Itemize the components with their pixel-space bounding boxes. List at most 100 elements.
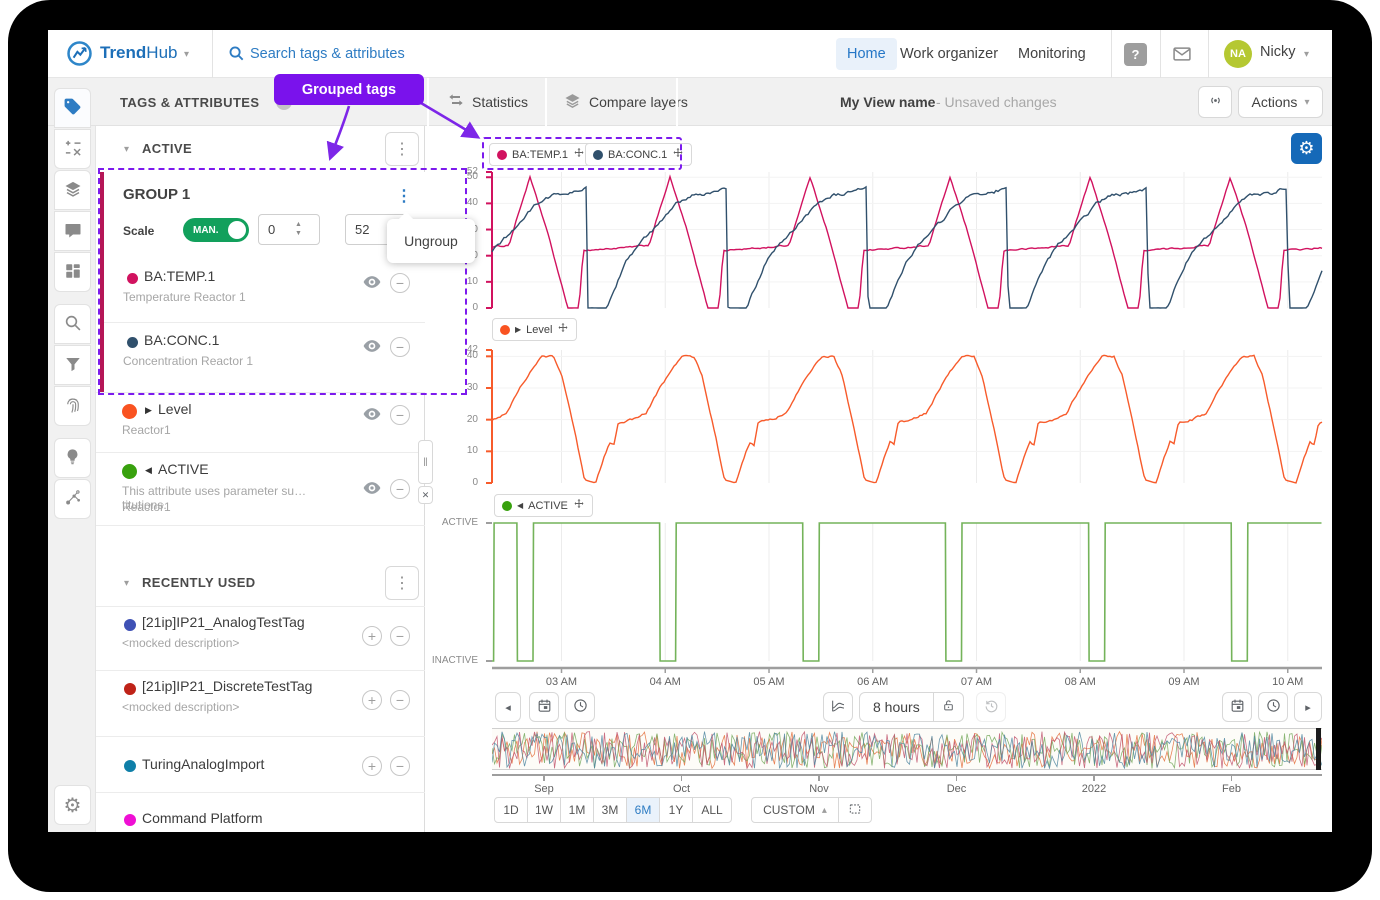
remove-tag-icon[interactable]: − — [390, 626, 410, 646]
zoom-3m-button[interactable]: 3M — [593, 797, 627, 823]
tag-name[interactable]: Level — [158, 401, 191, 417]
user-chevron-down-icon[interactable]: ▾ — [1304, 49, 1309, 60]
end-date-button[interactable] — [1222, 692, 1252, 722]
step-chart[interactable] — [484, 517, 1322, 675]
zoom-1y-button[interactable]: 1Y — [659, 797, 693, 823]
divider — [545, 78, 547, 126]
ungroup-menu-item[interactable]: Ungroup — [404, 233, 458, 249]
live-icon — [1207, 92, 1224, 112]
chart-settings-button[interactable]: ⚙ — [1291, 133, 1322, 164]
overview-axis-tick — [1231, 774, 1233, 781]
node-graph-icon — [64, 489, 82, 510]
rail-layers-button[interactable] — [54, 170, 91, 210]
rail-recommendations-button[interactable] — [54, 438, 91, 478]
visibility-eye-icon[interactable] — [362, 404, 382, 427]
trend-lines-icon — [830, 698, 846, 717]
zoom-6m-button-active[interactable]: 6M — [626, 797, 660, 823]
zoom-1d-button[interactable]: 1D — [494, 797, 528, 823]
help-icon[interactable]: ? — [1124, 43, 1147, 66]
lock-duration-icon[interactable] — [934, 699, 963, 715]
view-status: - Unsaved changes — [936, 94, 1057, 110]
rail-comments-button[interactable] — [54, 211, 91, 251]
rail-calculations-button[interactable] — [54, 129, 91, 169]
remove-tag-icon[interactable]: − — [390, 690, 410, 710]
zoom-1m-button[interactable]: 1M — [560, 797, 594, 823]
line-chart[interactable] — [484, 172, 1322, 314]
y-axis-category-label: INACTIVE — [426, 655, 478, 666]
tag-name[interactable]: ACTIVE — [158, 461, 209, 477]
rail-filter-button[interactable] — [54, 345, 91, 385]
overview-month-label: Nov — [794, 783, 844, 795]
nav-item-monitoring[interactable]: Monitoring — [1018, 38, 1086, 70]
rail-tags-button[interactable] — [54, 88, 91, 128]
view-name: My View name — [840, 94, 935, 110]
end-time-button[interactable] — [1258, 692, 1288, 722]
rail-fingerprint-button[interactable] — [54, 386, 91, 426]
zoom-all-button[interactable]: ALL — [692, 797, 732, 823]
add-tag-icon[interactable]: + — [362, 756, 382, 776]
rail-settings-button[interactable]: ⚙ — [54, 785, 91, 825]
overview-axis-tick — [543, 774, 545, 781]
remove-tag-icon[interactable]: − — [390, 756, 410, 776]
tab-compare-layers[interactable]: Compare layers — [564, 78, 688, 125]
live-mode-button[interactable] — [1198, 86, 1232, 118]
pan-left-button[interactable]: ◂ — [495, 692, 521, 722]
tag-name[interactable]: TuringAnalogImport — [142, 756, 264, 772]
rail-search-button[interactable] — [54, 304, 91, 344]
start-time-button[interactable] — [565, 692, 595, 722]
mail-icon[interactable] — [1172, 44, 1192, 67]
active-section-menu-button[interactable]: ⋮ — [385, 132, 419, 166]
tag-name[interactable]: Command Platform — [142, 810, 263, 826]
grouped-tags-annotation-box — [98, 168, 467, 395]
recent-section-menu-button[interactable]: ⋮ — [385, 566, 419, 600]
remove-tag-icon[interactable]: − — [390, 479, 410, 499]
visibility-eye-icon[interactable] — [362, 478, 382, 501]
duration-label[interactable]: 8 hours — [860, 699, 933, 715]
minimap-current-marker[interactable] — [1316, 728, 1321, 770]
legend-chip-active[interactable]: ◀ ACTIVE — [494, 494, 593, 517]
rail-context-button[interactable] — [54, 479, 91, 519]
tag-name[interactable]: [21ip]IP21_DiscreteTestTag — [142, 678, 312, 694]
legend-chip-level[interactable]: ▶ Level — [492, 318, 577, 341]
nav-item-home[interactable]: Home — [836, 38, 897, 70]
tab-statistics[interactable]: Statistics — [448, 78, 528, 125]
nav-item-work-organizer[interactable]: Work organizer — [900, 38, 998, 70]
line-chart[interactable] — [484, 350, 1322, 489]
pan-right-button[interactable]: ▸ — [1294, 692, 1322, 722]
tag-description: <mocked description> — [122, 700, 239, 714]
zoom-1w-button[interactable]: 1W — [527, 797, 561, 823]
recent-section-chevron-icon[interactable]: ▾ — [124, 578, 129, 589]
compare-trends-button[interactable] — [823, 692, 853, 722]
divider — [1160, 30, 1161, 78]
custom-range-button[interactable]: CUSTOM▴ — [751, 797, 839, 823]
remove-tag-icon[interactable]: − — [390, 405, 410, 425]
zoom-label: 1Y — [669, 803, 684, 817]
add-tag-icon[interactable]: + — [362, 690, 382, 710]
panel-collapse-button[interactable]: ✕ — [418, 486, 433, 504]
panel-resize-handle[interactable]: ‖ — [418, 440, 433, 484]
user-name[interactable]: Nicky — [1260, 44, 1295, 60]
actions-button[interactable]: Actions▾ — [1238, 86, 1323, 118]
tag-color-dot — [124, 683, 136, 695]
statistics-icon — [448, 92, 464, 111]
move-icon[interactable] — [573, 498, 585, 513]
x-axis-tick-label: 09 AM — [1159, 676, 1209, 688]
avatar[interactable]: NA — [1224, 40, 1252, 68]
brand-chevron-down-icon[interactable]: ▾ — [184, 49, 189, 60]
start-date-button[interactable] — [529, 692, 559, 722]
history-back-button[interactable] — [976, 692, 1006, 722]
clock-icon — [1266, 698, 1281, 716]
custom-selection-button[interactable] — [838, 797, 872, 823]
tag-color-dot — [124, 760, 136, 772]
tag-name[interactable]: [21ip]IP21_AnalogTestTag — [142, 614, 305, 630]
move-icon[interactable] — [557, 322, 569, 337]
nav-monitoring-label: Monitoring — [1018, 46, 1086, 62]
active-section-chevron-icon[interactable]: ▾ — [124, 144, 129, 155]
overview-strip[interactable] — [492, 728, 1322, 770]
add-tag-icon[interactable]: + — [362, 626, 382, 646]
brand-name[interactable]: TrendHub — [100, 43, 177, 63]
search-input[interactable] — [250, 42, 630, 66]
rail-dashboard-button[interactable] — [54, 252, 91, 292]
avatar-initials: NA — [1230, 48, 1246, 60]
filter-icon — [64, 355, 82, 376]
